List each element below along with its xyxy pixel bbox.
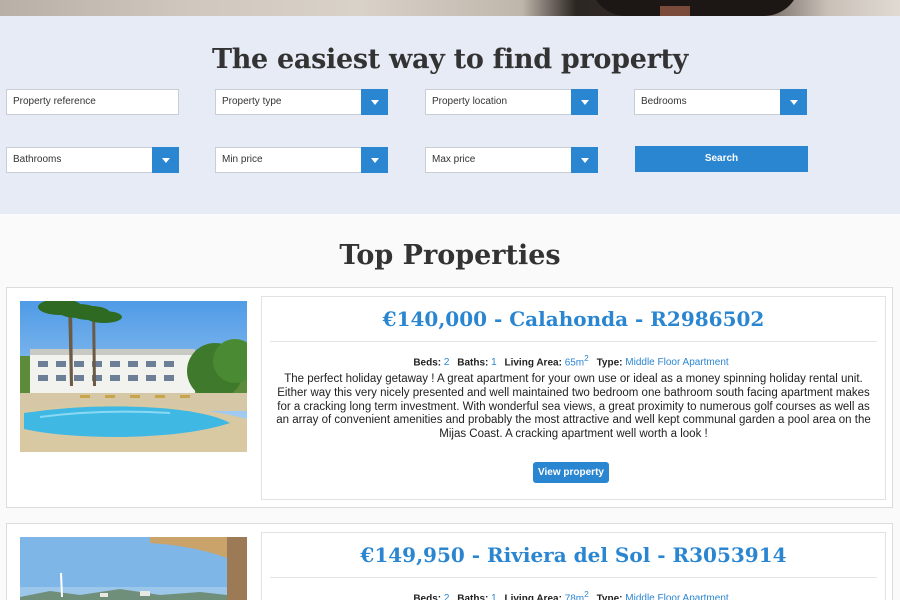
property-meta: Beds: 2 Baths: 1 Living Area: 78m2 Type:… <box>262 589 885 600</box>
max-price-label: Max price <box>432 154 476 165</box>
living-area-value: 78m <box>564 593 585 600</box>
chevron-down-icon[interactable] <box>571 89 598 115</box>
view-property-button[interactable]: View property <box>533 462 609 483</box>
property-location-label: Property location <box>432 96 508 107</box>
max-price-select[interactable]: Max price <box>425 147 598 173</box>
property-type-select[interactable]: Property type <box>215 89 388 115</box>
property-card: €140,000 - Calahonda - R2986502 Beds: 2 … <box>6 287 893 508</box>
property-meta: Beds: 2 Baths: 1 Living Area: 65m2 Type:… <box>262 353 885 368</box>
beds-label: Beds: <box>413 357 442 369</box>
property-type-label: Property type <box>222 96 282 107</box>
bedrooms-select[interactable]: Bedrooms <box>634 89 807 115</box>
type-label: Type: <box>596 357 623 369</box>
bathrooms-label: Bathrooms <box>13 154 62 165</box>
property-reference-placeholder: Property reference <box>13 96 96 107</box>
min-price-label: Min price <box>222 154 263 165</box>
property-title[interactable]: €149,950 - Riviera del Sol - R3053914 <box>262 543 885 567</box>
baths-label: Baths: <box>457 593 489 600</box>
type-value: Middle Floor Apartment <box>625 593 729 600</box>
search-title: The easiest way to find property <box>211 44 689 75</box>
living-area-label: Living Area: <box>504 593 562 600</box>
top-properties-title: Top Properties <box>339 240 561 271</box>
property-card: €149,950 - Riviera del Sol - R3053914 Be… <box>6 523 893 600</box>
hero-image <box>0 0 900 16</box>
property-description: The perfect holiday getaway ! A great ap… <box>276 373 871 441</box>
baths-label: Baths: <box>457 357 489 369</box>
property-details: €149,950 - Riviera del Sol - R3053914 Be… <box>261 532 886 600</box>
baths-value: 1 <box>491 357 497 369</box>
chevron-down-icon[interactable] <box>361 89 388 115</box>
chevron-down-icon[interactable] <box>361 147 388 173</box>
living-area-unit-sup: 2 <box>584 589 589 599</box>
property-details: €140,000 - Calahonda - R2986502 Beds: 2 … <box>261 296 886 500</box>
beds-value: 2 <box>443 593 450 600</box>
property-title[interactable]: €140,000 - Calahonda - R2986502 <box>262 307 885 331</box>
search-panel: The easiest way to find property Propert… <box>0 16 900 214</box>
living-area-unit-sup: 2 <box>584 353 589 363</box>
property-location-select[interactable]: Property location <box>425 89 598 115</box>
hero-figure <box>590 0 800 16</box>
living-area-value: 65m <box>564 357 585 369</box>
beds-label: Beds: <box>413 593 442 600</box>
baths-value: 1 <box>491 593 497 600</box>
property-reference-input[interactable]: Property reference <box>6 89 179 115</box>
search-button[interactable]: Search <box>635 146 808 172</box>
type-label: Type: <box>596 593 623 600</box>
property-photo[interactable] <box>20 537 247 600</box>
min-price-select[interactable]: Min price <box>215 147 388 173</box>
divider <box>270 577 877 578</box>
chevron-down-icon[interactable] <box>780 89 807 115</box>
bathrooms-select[interactable]: Bathrooms <box>6 147 179 173</box>
divider <box>270 341 877 342</box>
chevron-down-icon[interactable] <box>571 147 598 173</box>
beds-value: 2 <box>443 357 450 369</box>
type-value: Middle Floor Apartment <box>625 357 729 369</box>
chevron-down-icon[interactable] <box>152 147 179 173</box>
living-area-label: Living Area: <box>504 357 562 369</box>
bedrooms-label: Bedrooms <box>641 96 687 107</box>
hero-detail <box>660 6 690 16</box>
property-photo[interactable] <box>20 301 247 452</box>
